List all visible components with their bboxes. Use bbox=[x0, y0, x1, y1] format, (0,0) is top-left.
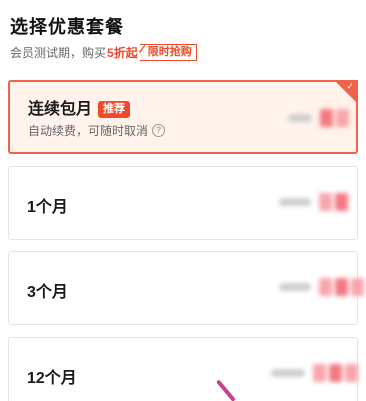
recommend-badge: 推荐 bbox=[98, 101, 131, 118]
sale-price-blurred bbox=[320, 109, 349, 127]
header: 选择优惠套餐 会员测试期，购买 5折起 限时抢购 bbox=[10, 16, 356, 61]
original-price-blurred bbox=[288, 114, 312, 122]
original-price-blurred bbox=[279, 283, 311, 291]
flash-sale-tag: 限时抢购 bbox=[138, 44, 197, 61]
plan-name: 3个月 bbox=[27, 284, 68, 301]
sale-price-blurred bbox=[319, 278, 364, 296]
original-price-blurred bbox=[279, 198, 311, 206]
check-icon: ✓ bbox=[346, 81, 354, 91]
plan-card-12-months[interactable]: 12个月 bbox=[8, 337, 358, 401]
plan-name: 连续包月 推荐 bbox=[28, 95, 131, 119]
promo-subtitle: 会员测试期，购买 5折起 限时抢购 bbox=[10, 44, 356, 61]
sale-price-blurred bbox=[319, 193, 348, 211]
plan-name-label: 连续包月 bbox=[28, 101, 93, 118]
plan-card-3-months[interactable]: 3个月 bbox=[8, 251, 364, 325]
question-circle-icon[interactable]: ? bbox=[152, 124, 166, 137]
plan-selection-page: 选择优惠套餐 会员测试期，购买 5折起 限时抢购 ✓ 连续包月 推荐 自动续费，可… bbox=[0, 0, 366, 401]
plan-description: 自动续费，可随时取消 ? bbox=[28, 122, 166, 139]
promo-subtitle-text: 会员测试期，购买 bbox=[10, 45, 107, 60]
plan-description-text: 自动续费，可随时取消 bbox=[28, 124, 149, 138]
sale-price-blurred bbox=[313, 364, 358, 382]
plan-card-1-month[interactable]: 1个月 bbox=[8, 166, 358, 240]
plan-name: 1个月 bbox=[27, 199, 68, 216]
page-title: 选择优惠套餐 bbox=[10, 17, 124, 37]
plan-card-monthly-auto[interactable]: ✓ 连续包月 推荐 自动续费，可随时取消 ? bbox=[8, 80, 358, 154]
original-price-blurred bbox=[271, 369, 305, 377]
discount-highlight: 5折起 bbox=[107, 45, 138, 60]
plan-name: 12个月 bbox=[27, 370, 77, 387]
